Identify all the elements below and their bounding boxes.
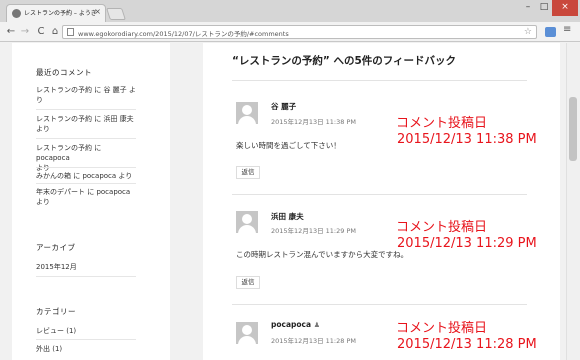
browser-toolbar: ← → C ⌂ www.egokorodiary.com/2015/12/07/…	[0, 22, 580, 42]
annotation-label: コメント投稿日	[396, 220, 488, 235]
close-window-button[interactable]: ×	[552, 0, 578, 16]
annotation-label: コメント投稿日	[396, 116, 488, 131]
categories-title: カテゴリー	[36, 307, 76, 316]
new-tab-button[interactable]	[106, 8, 126, 20]
divider	[36, 276, 136, 277]
divider	[232, 194, 527, 195]
reload-icon[interactable]: C	[35, 25, 47, 38]
comments-heading: “レストランの予約” への5件のフィードバック	[232, 55, 457, 67]
reply-button[interactable]: 返信	[236, 166, 260, 179]
recent-comment-item[interactable]: レストランの予約 に 浜田 康夫 より	[36, 114, 136, 134]
tab-title: レストランの予約 – ようぎ日記	[24, 10, 96, 17]
divider	[36, 138, 136, 139]
recent-comment-item[interactable]: みかんの箱 に pocapoca より	[36, 171, 136, 181]
recent-comment-item[interactable]: レストランの予約 に pocapoca より	[36, 143, 136, 173]
browser-tab[interactable]: レストランの予約 – ようぎ日記 ×	[6, 4, 106, 22]
comment-author[interactable]: 谷 麗子	[271, 101, 296, 112]
annotation-date: 2015/12/13 11:29 PM	[397, 236, 537, 251]
comment-body: 楽しい時間を過ごして下さい！	[236, 141, 341, 150]
camera-extension-icon[interactable]	[545, 27, 556, 37]
divider	[36, 109, 136, 110]
comment-author[interactable]: pocapoca ♟	[271, 320, 320, 329]
page-icon	[67, 28, 74, 36]
divider	[36, 183, 136, 184]
window-titlebar: レストランの予約 – ようぎ日記 × – □ ×	[0, 0, 580, 22]
comment-body: この時期レストラン混んでいますから大変ですね。	[236, 250, 409, 259]
recent-comments-title: 最近のコメント	[36, 68, 92, 77]
back-arrow-icon[interactable]: ←	[5, 25, 17, 38]
reply-button[interactable]: 返信	[236, 276, 260, 289]
avatar	[236, 102, 258, 124]
comment-date[interactable]: 2015年12月13日 11:28 PM	[271, 335, 356, 345]
category-item[interactable]: 外出 (1)	[36, 344, 136, 354]
comment-author[interactable]: 浜田 康夫	[271, 211, 304, 222]
post-author-icon: ♟	[313, 321, 320, 329]
divider	[232, 304, 527, 305]
recent-comment-item[interactable]: 年末のデパート に pocapoca より	[36, 187, 136, 207]
site-favicon-icon	[12, 9, 21, 18]
annotation-date: 2015/12/13 11:38 PM	[397, 132, 537, 147]
category-item[interactable]: レビュー (1)	[36, 326, 136, 336]
menu-icon[interactable]: ≡	[563, 24, 571, 35]
divider	[36, 339, 136, 340]
comment-date[interactable]: 2015年12月13日 11:29 PM	[271, 225, 356, 235]
avatar	[236, 322, 258, 344]
scrollbar-track[interactable]	[566, 43, 580, 360]
minimize-button[interactable]: –	[520, 0, 536, 16]
tab-close-icon[interactable]: ×	[94, 7, 101, 16]
comment-date[interactable]: 2015年12月13日 11:38 PM	[271, 116, 356, 126]
annotation-date: 2015/12/13 11:28 PM	[397, 337, 537, 352]
maximize-button[interactable]: □	[536, 0, 552, 16]
archive-item[interactable]: 2015年12月	[36, 262, 136, 272]
main-content	[203, 43, 560, 360]
archives-title: アーカイブ	[36, 243, 76, 252]
divider	[36, 167, 136, 168]
divider	[232, 80, 527, 81]
home-icon[interactable]: ⌂	[49, 25, 61, 38]
bookmark-star-icon[interactable]: ☆	[524, 26, 532, 38]
annotation-label: コメント投稿日	[396, 321, 488, 336]
scrollbar-thumb[interactable]	[569, 97, 577, 161]
address-url[interactable]: www.egokorodiary.com/2015/12/07/レストランの予約…	[78, 28, 289, 38]
forward-arrow-icon[interactable]: →	[19, 25, 31, 38]
recent-comment-item[interactable]: レストランの予約 に 谷 麗子 よ り	[36, 85, 136, 105]
address-bar[interactable]: www.egokorodiary.com/2015/12/07/レストランの予約…	[62, 25, 537, 39]
avatar	[236, 211, 258, 233]
